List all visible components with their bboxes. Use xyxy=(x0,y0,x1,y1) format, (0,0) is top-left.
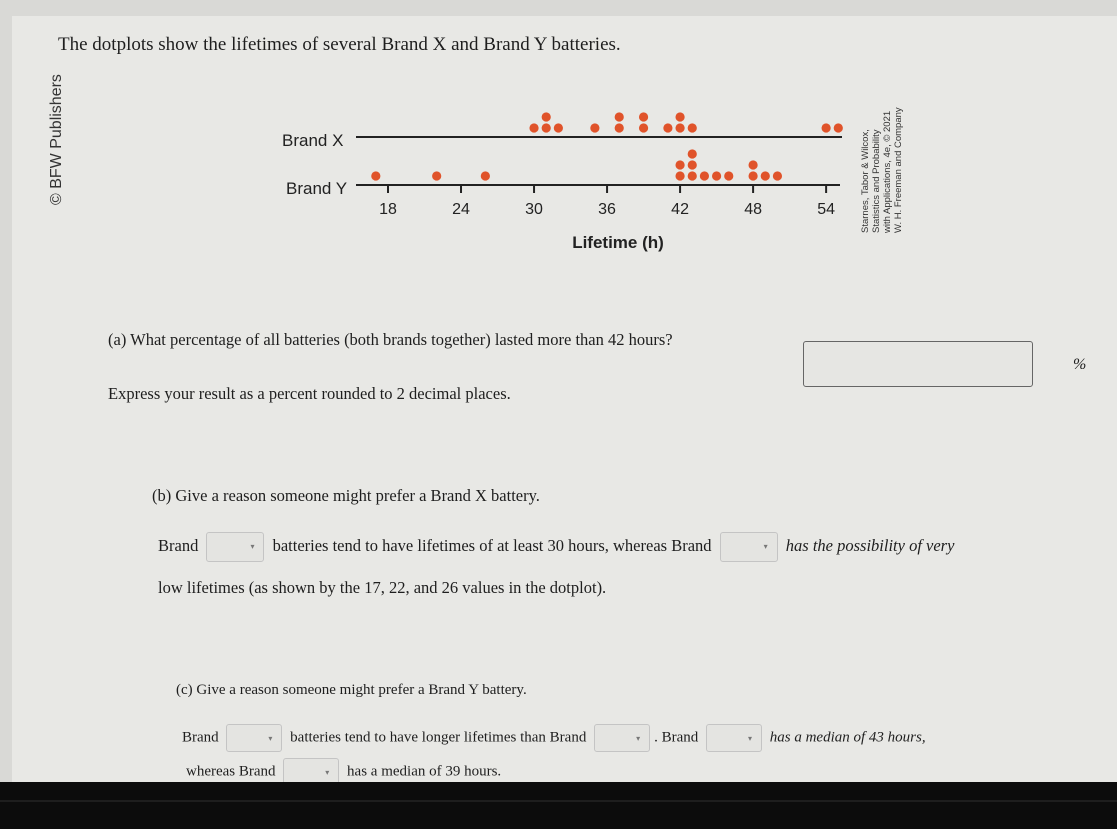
part-c-sentence: Brand ▾ batteries tend to have longer li… xyxy=(182,724,926,752)
brand-y-dot xyxy=(760,171,770,181)
brand-y-dot xyxy=(687,171,697,181)
series-label-brand-x: Brand X xyxy=(282,131,343,150)
part-c-text: batteries tend to have longer lifetimes … xyxy=(290,729,587,746)
brand-x-dot xyxy=(638,123,649,133)
part-c-text: . Brand xyxy=(654,729,699,746)
bezel-edge xyxy=(0,800,1117,802)
part-c-text: Brand xyxy=(182,729,219,746)
brand-dropdown-c3[interactable]: ▾ xyxy=(706,724,762,752)
screen-bezel xyxy=(0,782,1117,829)
chevron-down-icon: ▾ xyxy=(250,542,255,551)
part-c-text: has a median of 39 hours. xyxy=(347,763,502,780)
part-b-text: batteries tend to have lifetimes of at l… xyxy=(272,535,712,555)
x-tick-label: 18 xyxy=(379,201,397,218)
brand-y-dot xyxy=(772,171,783,181)
part-c-text: whereas Brand xyxy=(186,763,276,780)
brand-x-dot xyxy=(687,123,697,133)
part-b-text: Brand xyxy=(158,535,199,555)
x-tick-label: 54 xyxy=(817,201,835,218)
part-c-text: has a median of 43 hours, xyxy=(769,729,926,746)
brand-y-dot xyxy=(687,160,697,170)
part-b-line2: low lifetimes (as shown by the 17, 22, a… xyxy=(158,578,607,597)
brand-y-dot xyxy=(748,160,758,170)
part-c-question: (c) Give a reason someone might prefer a… xyxy=(176,682,527,698)
brand-y-dot xyxy=(748,171,758,181)
x-tick-label: 48 xyxy=(744,201,762,218)
brand-x-dot xyxy=(821,123,831,133)
part-a-instruction: Express your result as a percent rounded… xyxy=(108,384,511,403)
part-b-question: (b) Give a reason someone might prefer a… xyxy=(152,486,540,505)
source-credit: Starnes, Tabor & Wilcox, Statistics and … xyxy=(860,107,904,233)
brand-x-dot xyxy=(614,112,624,122)
x-tick-label: 24 xyxy=(452,201,470,218)
brand-y-dot xyxy=(687,149,697,159)
brand-dropdown-b2[interactable]: ▾ xyxy=(719,532,778,562)
brand-x-dot xyxy=(833,123,843,133)
brand-x-dot xyxy=(675,123,685,133)
credit-line: W. H. Freeman and Company xyxy=(893,107,904,233)
percent-unit: % xyxy=(1073,356,1087,373)
brand-x-dot xyxy=(541,123,551,133)
x-tick-label: 42 xyxy=(671,201,689,218)
brand-x-dot xyxy=(614,123,624,133)
brand-dropdown-c1[interactable]: ▾ xyxy=(226,724,283,752)
brand-x-dot xyxy=(541,112,551,122)
brand-y-dot xyxy=(711,171,722,181)
brand-x-dot xyxy=(675,112,685,122)
brand-x-dot xyxy=(638,112,649,122)
brand-y-dot xyxy=(675,171,685,181)
brand-x-dot xyxy=(553,123,563,133)
brand-dropdown-c2[interactable]: ▾ xyxy=(594,724,651,752)
credit-line: Statistics and Probability xyxy=(871,129,882,234)
credit-line: Starnes, Tabor & Wilcox, xyxy=(860,129,871,233)
brand-dropdown-b1[interactable]: ▾ xyxy=(206,532,265,562)
chevron-down-icon: ▾ xyxy=(747,734,752,743)
problem-title: The dotplots show the lifetimes of sever… xyxy=(58,34,621,55)
chevron-down-icon: ▾ xyxy=(763,542,768,551)
brand-y-dot xyxy=(699,171,710,181)
chevron-down-icon: ▾ xyxy=(636,734,641,743)
chevron-down-icon: ▾ xyxy=(268,734,273,743)
brand-y-dot xyxy=(675,160,685,170)
brand-y-dot xyxy=(432,171,442,181)
percentage-answer-input[interactable] xyxy=(803,341,1033,387)
x-axis-label: Lifetime (h) xyxy=(572,233,664,252)
x-tick-label: 30 xyxy=(525,201,543,218)
publisher-note: © BFW Publishers xyxy=(48,74,65,205)
credit-line: with Applications, 4e, © 2021 xyxy=(882,110,893,233)
brand-x-dot xyxy=(590,123,600,133)
brand-x-dot xyxy=(529,123,539,133)
chevron-down-icon: ▾ xyxy=(325,768,330,777)
dotplot-chart: Brand X Brand Y 18 24 30 36 42 48 54 Lifetime … xyxy=(282,112,843,252)
x-tick-label: 36 xyxy=(598,201,616,218)
part-b-text: has the possibility of very xyxy=(785,535,955,555)
part-a-question: (a) What percentage of all batteries (bo… xyxy=(108,330,673,349)
brand-y-dot xyxy=(480,171,490,181)
series-label-brand-y: Brand Y xyxy=(286,179,347,198)
part-b-sentence: Brand ▾ batteries tend to have lifetimes… xyxy=(158,532,954,562)
brand-y-dot xyxy=(724,171,734,181)
brand-y-dot xyxy=(371,171,381,181)
brand-x-dot xyxy=(663,123,673,133)
